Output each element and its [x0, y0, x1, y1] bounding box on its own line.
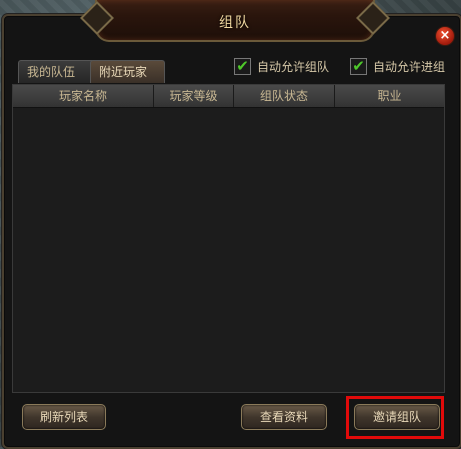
refresh-list-button[interactable]: 刷新列表 [22, 404, 106, 430]
auto-allow-team-label: 自动允许组队 [257, 60, 330, 74]
column-team-status[interactable]: 组队状态 [234, 85, 335, 107]
column-class[interactable]: 职业 [335, 85, 444, 107]
tab-nearby-players[interactable]: 附近玩家 [90, 60, 165, 83]
highlight-box [346, 396, 444, 439]
auto-allow-team-option[interactable]: ✔ 自动允许组队 [234, 58, 329, 75]
tab-my-team[interactable]: 我的队伍 [18, 60, 95, 83]
players-table: 玩家名称 玩家等级 组队状态 职业 [12, 84, 445, 393]
check-icon[interactable]: ✔ [234, 58, 251, 75]
auto-allow-join-label: 自动允许进组 [373, 60, 446, 74]
window-title: 组队 [219, 15, 251, 31]
title-bar[interactable]: 组队 [80, 0, 390, 42]
view-info-button[interactable]: 查看资料 [241, 404, 327, 430]
auto-allow-join-option[interactable]: ✔ 自动允许进组 [350, 58, 445, 75]
column-player-level[interactable]: 玩家等级 [154, 85, 234, 107]
check-icon[interactable]: ✔ [350, 58, 367, 75]
table-header: 玩家名称 玩家等级 组队状态 职业 [13, 85, 444, 108]
close-icon[interactable]: × [435, 26, 455, 46]
column-player-name[interactable]: 玩家名称 [13, 85, 154, 107]
